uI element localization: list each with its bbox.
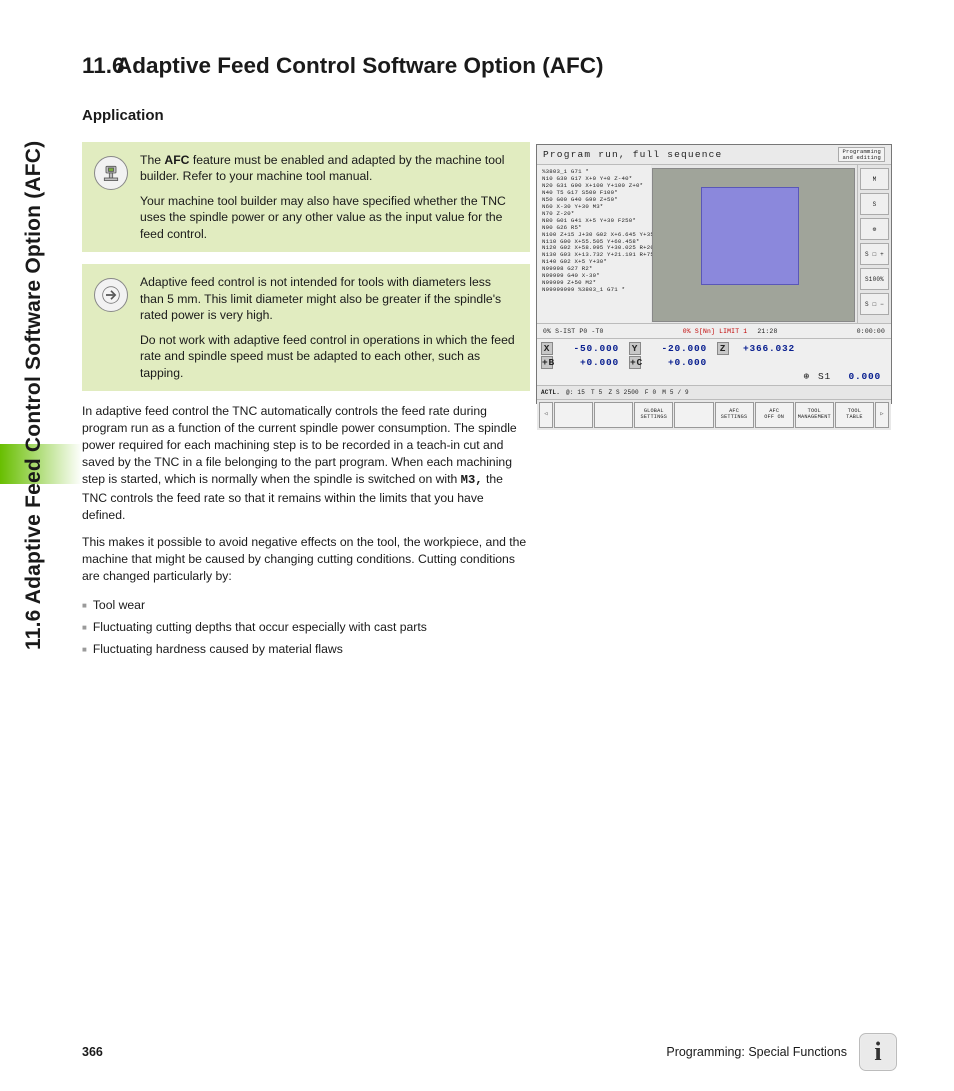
sk-0[interactable] [554,402,593,428]
cnc-workpiece [701,187,799,285]
application-subhead: Application [82,107,892,124]
sk-tool-mgmt[interactable]: TOOL MANAGEMENT [795,402,834,428]
axis-val-x: -50.000 [557,343,625,354]
note2-p2: Do not work with adaptive feed control i… [140,332,518,381]
page-footer: 366 Programming: Special Functions i [82,1033,897,1071]
page-content: 11.6Adaptive Feed Control Software Optio… [82,52,892,661]
section-title-text: Adaptive Feed Control Software Option (A… [116,53,604,78]
bullet-item: Fluctuating cutting depths that occur es… [82,617,530,639]
sk-afc-toggle[interactable]: AFC OFF ON [755,402,794,428]
cnc-rbtn-minus[interactable]: S □ − [860,293,889,315]
axis-label-z: Z [717,342,729,355]
section-heading: 11.6Adaptive Feed Control Software Optio… [116,52,892,79]
side-tab: 11.6 Adaptive Feed Control Software Opti… [12,30,56,650]
body-p2: This makes it possible to avoid negative… [82,534,530,585]
info-icon: i [859,1033,897,1071]
cnc-b-b: T 5 [591,389,602,396]
axis-val-y: -20.000 [645,343,713,354]
machine-icon [94,156,128,190]
sk-1[interactable] [594,402,633,428]
cnc-b-a: @: 15 [566,389,585,396]
cnc-title: Program run, full sequence [543,149,722,160]
cnc-nc-code: %3803_1 G71 * N10 G30 G17 X+0 Y+0 Z-40* … [537,165,651,323]
note-machine-builder: The AFC feature must be enabled and adap… [82,142,530,252]
sk-afc-settings[interactable]: AFC SETTINGS [715,402,754,428]
cnc-rbtn-s100[interactable]: S100% [860,268,889,290]
body-p1: In adaptive feed control the TNC automat… [82,403,530,524]
cnc-actl: ACTL. [541,389,560,396]
axis-label-c: +C [629,356,641,369]
sk-next[interactable]: ▷ [875,402,889,428]
cnc-mode-button[interactable]: Programming and editing [838,147,885,162]
cnc-rbtn-m[interactable]: M [860,168,889,190]
cnc-b-d: F 0 [645,389,656,396]
page-number: 366 [82,1045,103,1059]
axis-label-s1: S1 [818,371,831,382]
section-number: 11.6 [82,52,116,79]
note1-p1: The AFC feature must be enabled and adap… [140,152,518,185]
cnc-coords: X -50.000 Y -20.000 Z +366.032 +B +0.000 +C +… [537,339,891,386]
cnc-rbtn-s[interactable]: S [860,193,889,215]
cnc-graphic-view [652,168,855,322]
cnc-right-buttons: M S ⚙ S □ + S100% S □ − [857,165,891,323]
cnc-b-c: Z S 2500 [608,389,638,396]
cnc-softkeys: ◁ GLOBAL SETTINGS AFC SETTINGS AFC OFF O… [537,400,891,430]
note-caution: Adaptive feed control is not intended fo… [82,264,530,391]
footer-label: Programming: Special Functions [666,1045,847,1059]
cnc-status-left: 0% S-IST P0 -T0 [543,328,604,335]
cnc-b-e: M 5 / 9 [662,389,689,396]
cnc-screenshot: Program run, full sequence Programming a… [536,144,892,404]
sk-tool-table[interactable]: TOOL TABLE [835,402,874,428]
note1-p2: Your machine tool builder may also have … [140,193,518,242]
cnc-status-time: 21:28 [757,328,777,335]
bullet-item: Fluctuating hardness caused by material … [82,639,530,661]
axis-val-b: +0.000 [557,357,625,368]
axis-val-c: +0.000 [645,357,713,368]
bullet-list: Tool wear Fluctuating cutting depths tha… [82,595,530,661]
note2-p1: Adaptive feed control is not intended fo… [140,274,518,323]
cnc-rbtn-plus[interactable]: S □ + [860,243,889,265]
sk-prev[interactable]: ◁ [539,402,553,428]
cnc-clock: 0:00:00 [857,328,885,335]
axis-val-s1: 0.000 [839,371,887,382]
axis-label-b: +B [541,356,553,369]
sk-global-settings[interactable]: GLOBAL SETTINGS [634,402,673,428]
axis-label-y: Y [629,342,641,355]
axis-val-z: +366.032 [733,343,801,354]
sk-3[interactable] [674,402,713,428]
cnc-rbtn-tool[interactable]: ⚙ [860,218,889,240]
axis-label-x: X [541,342,553,355]
cnc-status-mid: 0% S[Nn] LIMIT 1 [683,328,748,335]
arrow-right-icon [94,278,128,312]
bullet-item: Tool wear [82,595,530,617]
